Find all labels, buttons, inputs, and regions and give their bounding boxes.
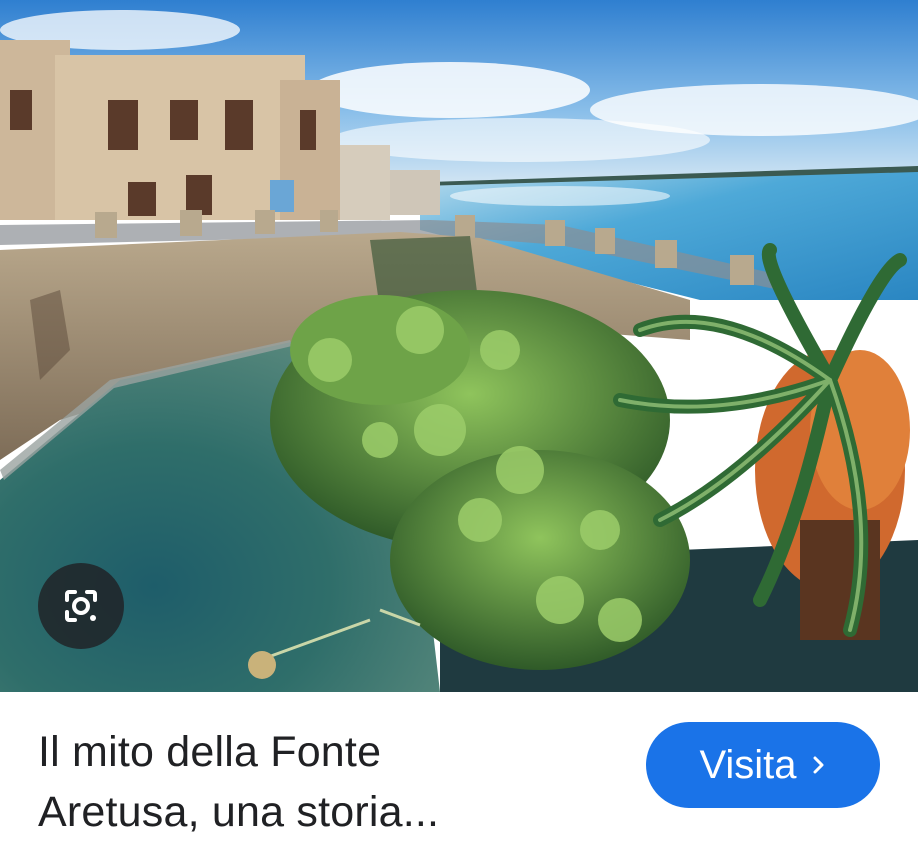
result-title-line-1: Il mito della Fonte xyxy=(38,728,382,776)
visit-button[interactable]: Visita xyxy=(646,722,880,808)
fonte-aretusa-photo xyxy=(0,0,918,692)
hero-image[interactable] xyxy=(0,0,918,692)
result-title[interactable]: Il mito della Fonte Aretusa, una storia.… xyxy=(38,722,598,842)
image-result-card[interactable]: Il mito della Fonte Aretusa, una storia.… xyxy=(0,0,918,857)
result-title-line-2: Aretusa, una storia... xyxy=(38,788,440,836)
lens-camera-icon xyxy=(65,590,97,622)
lens-search-button[interactable] xyxy=(38,563,124,649)
chevron-right-icon xyxy=(811,754,827,776)
visit-button-label: Visita xyxy=(699,743,797,787)
